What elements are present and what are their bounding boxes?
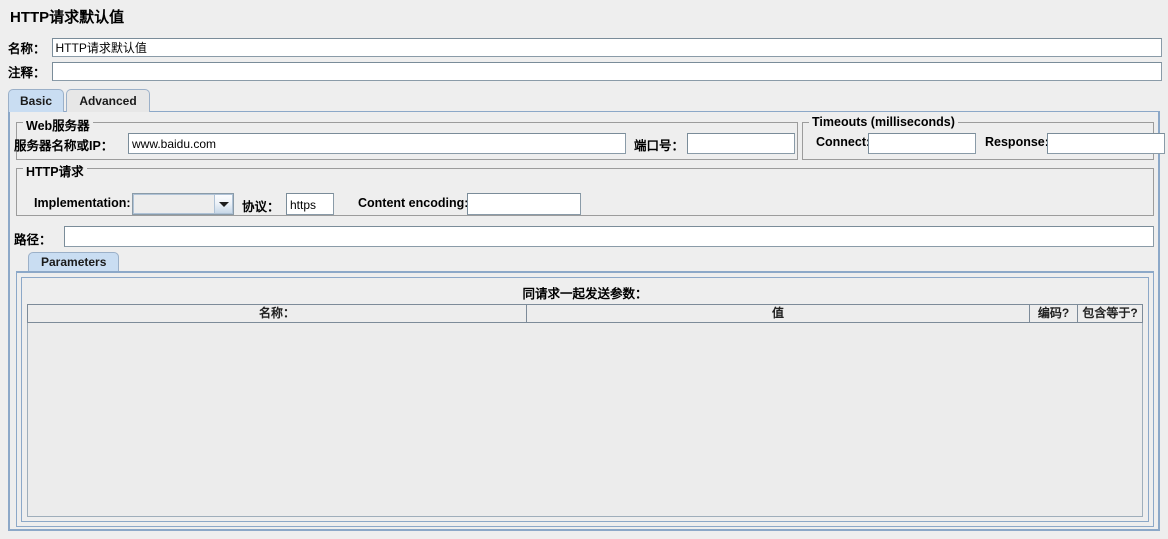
http-request-group-title: HTTP请求 bbox=[23, 161, 87, 180]
path-label: 路径： bbox=[14, 233, 52, 247]
server-name-input[interactable]: www.baidu.com bbox=[128, 133, 626, 154]
content-encoding-label: Content encoding: bbox=[358, 196, 469, 210]
connect-timeout-input[interactable] bbox=[868, 133, 976, 154]
page-title: HTTP请求默认值 bbox=[10, 9, 125, 26]
name-row: 名称： HTTP请求默认值 bbox=[8, 38, 1162, 57]
content-encoding-input[interactable] bbox=[467, 193, 581, 215]
column-header-encode[interactable]: 编码? bbox=[1030, 305, 1078, 322]
parameters-panel: 同请求一起发送参数： 名称： 值 编码? 包含等于? bbox=[16, 271, 1154, 527]
comment-row: 注释： bbox=[8, 62, 1162, 81]
name-input[interactable]: HTTP请求默认值 bbox=[51, 38, 1162, 57]
web-server-group-title: Web服务器 bbox=[23, 115, 93, 134]
implementation-value bbox=[133, 194, 214, 214]
tab-parameters[interactable]: Parameters bbox=[28, 252, 120, 272]
connect-timeout-label: Connect: bbox=[816, 135, 871, 149]
comment-input[interactable] bbox=[51, 62, 1162, 81]
protocol-input[interactable]: https bbox=[286, 193, 334, 215]
response-timeout-input[interactable] bbox=[1047, 133, 1165, 154]
name-label: 名称： bbox=[8, 42, 46, 56]
column-header-value[interactable]: 值 bbox=[527, 305, 1030, 322]
http-request-defaults-window: HTTP请求默认值 名称： HTTP请求默认值 注释： Basic Advanc… bbox=[0, 0, 1168, 539]
tab-basic[interactable]: Basic bbox=[8, 89, 64, 112]
main-tabstrip: Basic Advanced bbox=[8, 89, 1160, 113]
parameters-table: 名称： 值 编码? 包含等于? bbox=[27, 304, 1143, 517]
path-input[interactable] bbox=[64, 226, 1154, 247]
basic-tab-panel: Web服务器 服务器名称或IP： www.baidu.com 端口号： Time… bbox=[8, 112, 1165, 531]
protocol-label: 协议： bbox=[242, 200, 280, 214]
parameters-tabstrip: Parameters bbox=[16, 252, 1154, 272]
server-name-label: 服务器名称或IP： bbox=[14, 139, 114, 153]
port-label: 端口号： bbox=[634, 139, 685, 153]
column-header-include-equals[interactable]: 包含等于? bbox=[1078, 305, 1142, 322]
parameters-inner-panel: 同请求一起发送参数： 名称： 值 编码? 包含等于? bbox=[21, 277, 1149, 522]
parameters-table-header: 名称： 值 编码? 包含等于? bbox=[27, 304, 1143, 323]
parameters-caption: 同请求一起发送参数： bbox=[522, 287, 648, 301]
parameters-table-body[interactable] bbox=[27, 323, 1143, 517]
response-timeout-label: Response: bbox=[985, 135, 1049, 149]
implementation-label: Implementation: bbox=[34, 196, 131, 210]
comment-label: 注释： bbox=[8, 66, 46, 80]
tab-advanced[interactable]: Advanced bbox=[66, 89, 150, 112]
port-input[interactable] bbox=[687, 133, 795, 154]
chevron-down-icon[interactable] bbox=[214, 194, 233, 214]
column-header-name[interactable]: 名称： bbox=[28, 305, 527, 322]
timeouts-group-title: Timeouts (milliseconds) bbox=[809, 115, 958, 129]
implementation-select[interactable] bbox=[132, 193, 234, 215]
